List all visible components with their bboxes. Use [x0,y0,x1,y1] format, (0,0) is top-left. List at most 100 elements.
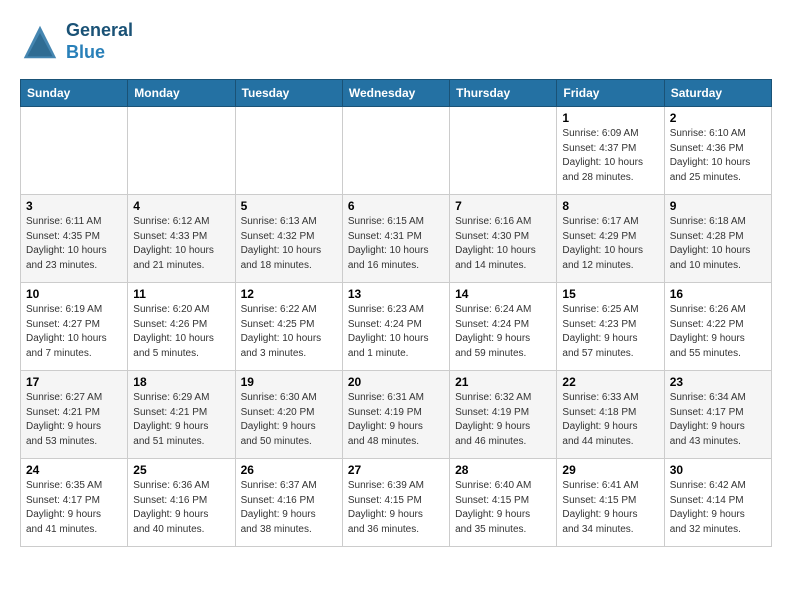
day-info: Sunrise: 6:27 AM Sunset: 4:21 PM Dayligh… [26,391,122,449]
day-number: 20 [348,375,444,389]
calendar-cell: 29 Sunrise: 6:41 AM Sunset: 4:15 PM Dayli… [557,459,664,547]
day-number: 7 [455,199,551,213]
day-number: 10 [26,287,122,301]
calendar-cell: 6Sunrise: 6:15 AM Sunset: 4:31 PM Daylig… [342,195,449,283]
calendar-cell: 3 Sunrise: 6:11 AM Sunset: 4:35 PM Daylig… [21,195,128,283]
logo-text: General Blue [66,20,133,63]
day-number: 13 [348,287,444,301]
calendar-cell [342,107,449,195]
calendar-table: SundayMondayTuesdayWednesdayThursdayFrid… [20,79,772,547]
calendar-header: SundayMondayTuesdayWednesdayThursdayFrid… [21,80,772,107]
day-number: 23 [670,375,766,389]
day-number: 16 [670,287,766,301]
calendar-cell: 4Sunrise: 6:12 AM Sunset: 4:33 PM Daylig… [128,195,235,283]
calendar-cell: 2 Sunrise: 6:10 AM Sunset: 4:36 PM Daylig… [664,107,771,195]
logo-icon [20,24,60,60]
day-info: Sunrise: 6:17 AM Sunset: 4:29 PM Dayligh… [562,215,658,273]
day-number: 22 [562,375,658,389]
day-info: Sunrise: 6:33 AM Sunset: 4:18 PM Dayligh… [562,391,658,449]
calendar-week-3: 17 Sunrise: 6:27 AM Sunset: 4:21 PM Dayli… [21,371,772,459]
day-number: 3 [26,199,122,213]
day-info: Sunrise: 6:26 AM Sunset: 4:22 PM Dayligh… [670,303,766,361]
day-info: Sunrise: 6:39 AM Sunset: 4:15 PM Dayligh… [348,479,444,537]
day-info: Sunrise: 6:10 AM Sunset: 4:36 PM Dayligh… [670,127,766,185]
calendar-cell: 13 Sunrise: 6:23 AM Sunset: 4:24 PM Dayli… [342,283,449,371]
calendar-cell: 8 Sunrise: 6:17 AM Sunset: 4:29 PM Daylig… [557,195,664,283]
calendar-cell: 10Sunrise: 6:19 AM Sunset: 4:27 PM Dayli… [21,283,128,371]
calendar-cell: 9 Sunrise: 6:18 AM Sunset: 4:28 PM Daylig… [664,195,771,283]
weekday-header-monday: Monday [128,80,235,107]
day-info: Sunrise: 6:31 AM Sunset: 4:19 PM Dayligh… [348,391,444,449]
day-number: 19 [241,375,337,389]
calendar-cell: 22 Sunrise: 6:33 AM Sunset: 4:18 PM Dayli… [557,371,664,459]
day-number: 24 [26,463,122,477]
day-info: Sunrise: 6:25 AM Sunset: 4:23 PM Dayligh… [562,303,658,361]
calendar-cell: 20 Sunrise: 6:31 AM Sunset: 4:19 PM Dayli… [342,371,449,459]
day-info: Sunrise: 6:18 AM Sunset: 4:28 PM Dayligh… [670,215,766,273]
calendar-cell: 15 Sunrise: 6:25 AM Sunset: 4:23 PM Dayli… [557,283,664,371]
day-number: 26 [241,463,337,477]
day-info: Sunrise: 6:11 AM Sunset: 4:35 PM Dayligh… [26,215,122,273]
calendar-cell: 23 Sunrise: 6:34 AM Sunset: 4:17 PM Dayli… [664,371,771,459]
day-info: Sunrise: 6:20 AM Sunset: 4:26 PM Dayligh… [133,303,229,361]
weekday-header-friday: Friday [557,80,664,107]
calendar-week-1: 3 Sunrise: 6:11 AM Sunset: 4:35 PM Daylig… [21,195,772,283]
day-info: Sunrise: 6:40 AM Sunset: 4:15 PM Dayligh… [455,479,551,537]
calendar-cell: 28 Sunrise: 6:40 AM Sunset: 4:15 PM Dayli… [450,459,557,547]
calendar-week-2: 10Sunrise: 6:19 AM Sunset: 4:27 PM Dayli… [21,283,772,371]
day-info: Sunrise: 6:24 AM Sunset: 4:24 PM Dayligh… [455,303,551,361]
calendar-cell: 17 Sunrise: 6:27 AM Sunset: 4:21 PM Dayli… [21,371,128,459]
day-number: 14 [455,287,551,301]
day-number: 2 [670,111,766,125]
day-info: Sunrise: 6:23 AM Sunset: 4:24 PM Dayligh… [348,303,444,361]
calendar-cell: 21Sunrise: 6:32 AM Sunset: 4:19 PM Dayli… [450,371,557,459]
calendar-cell: 18Sunrise: 6:29 AM Sunset: 4:21 PM Dayli… [128,371,235,459]
day-info: Sunrise: 6:41 AM Sunset: 4:15 PM Dayligh… [562,479,658,537]
calendar-cell: 12 Sunrise: 6:22 AM Sunset: 4:25 PM Dayli… [235,283,342,371]
day-info: Sunrise: 6:35 AM Sunset: 4:17 PM Dayligh… [26,479,122,537]
day-number: 1 [562,111,658,125]
calendar-cell: 30 Sunrise: 6:42 AM Sunset: 4:14 PM Dayli… [664,459,771,547]
day-number: 5 [241,199,337,213]
day-info: Sunrise: 6:30 AM Sunset: 4:20 PM Dayligh… [241,391,337,449]
calendar-cell: 19 Sunrise: 6:30 AM Sunset: 4:20 PM Dayli… [235,371,342,459]
calendar-cell [235,107,342,195]
day-number: 12 [241,287,337,301]
calendar-cell: 16 Sunrise: 6:26 AM Sunset: 4:22 PM Dayli… [664,283,771,371]
day-number: 27 [348,463,444,477]
day-info: Sunrise: 6:34 AM Sunset: 4:17 PM Dayligh… [670,391,766,449]
calendar-cell: 5 Sunrise: 6:13 AM Sunset: 4:32 PM Daylig… [235,195,342,283]
day-number: 17 [26,375,122,389]
day-number: 29 [562,463,658,477]
calendar-cell: 25 Sunrise: 6:36 AM Sunset: 4:16 PM Dayli… [128,459,235,547]
day-info: Sunrise: 6:36 AM Sunset: 4:16 PM Dayligh… [133,479,229,537]
calendar-cell [21,107,128,195]
day-number: 9 [670,199,766,213]
day-info: Sunrise: 6:16 AM Sunset: 4:30 PM Dayligh… [455,215,551,273]
day-info: Sunrise: 6:15 AM Sunset: 4:31 PM Dayligh… [348,215,444,273]
day-info: Sunrise: 6:13 AM Sunset: 4:32 PM Dayligh… [241,215,337,273]
calendar-cell: 7 Sunrise: 6:16 AM Sunset: 4:30 PM Daylig… [450,195,557,283]
day-number: 30 [670,463,766,477]
day-info: Sunrise: 6:22 AM Sunset: 4:25 PM Dayligh… [241,303,337,361]
calendar-cell: 26 Sunrise: 6:37 AM Sunset: 4:16 PM Dayli… [235,459,342,547]
weekday-header-thursday: Thursday [450,80,557,107]
day-number: 4 [133,199,229,213]
page-header: General Blue [20,20,772,63]
weekday-header-wednesday: Wednesday [342,80,449,107]
day-number: 18 [133,375,229,389]
day-number: 21 [455,375,551,389]
calendar-cell: 24 Sunrise: 6:35 AM Sunset: 4:17 PM Dayli… [21,459,128,547]
day-number: 8 [562,199,658,213]
day-number: 25 [133,463,229,477]
day-number: 11 [133,287,229,301]
day-number: 28 [455,463,551,477]
day-number: 15 [562,287,658,301]
calendar-cell: 27 Sunrise: 6:39 AM Sunset: 4:15 PM Dayli… [342,459,449,547]
calendar-week-0: 1 Sunrise: 6:09 AM Sunset: 4:37 PM Daylig… [21,107,772,195]
calendar-week-4: 24 Sunrise: 6:35 AM Sunset: 4:17 PM Dayli… [21,459,772,547]
weekday-header-saturday: Saturday [664,80,771,107]
day-info: Sunrise: 6:37 AM Sunset: 4:16 PM Dayligh… [241,479,337,537]
day-info: Sunrise: 6:09 AM Sunset: 4:37 PM Dayligh… [562,127,658,185]
day-info: Sunrise: 6:42 AM Sunset: 4:14 PM Dayligh… [670,479,766,537]
